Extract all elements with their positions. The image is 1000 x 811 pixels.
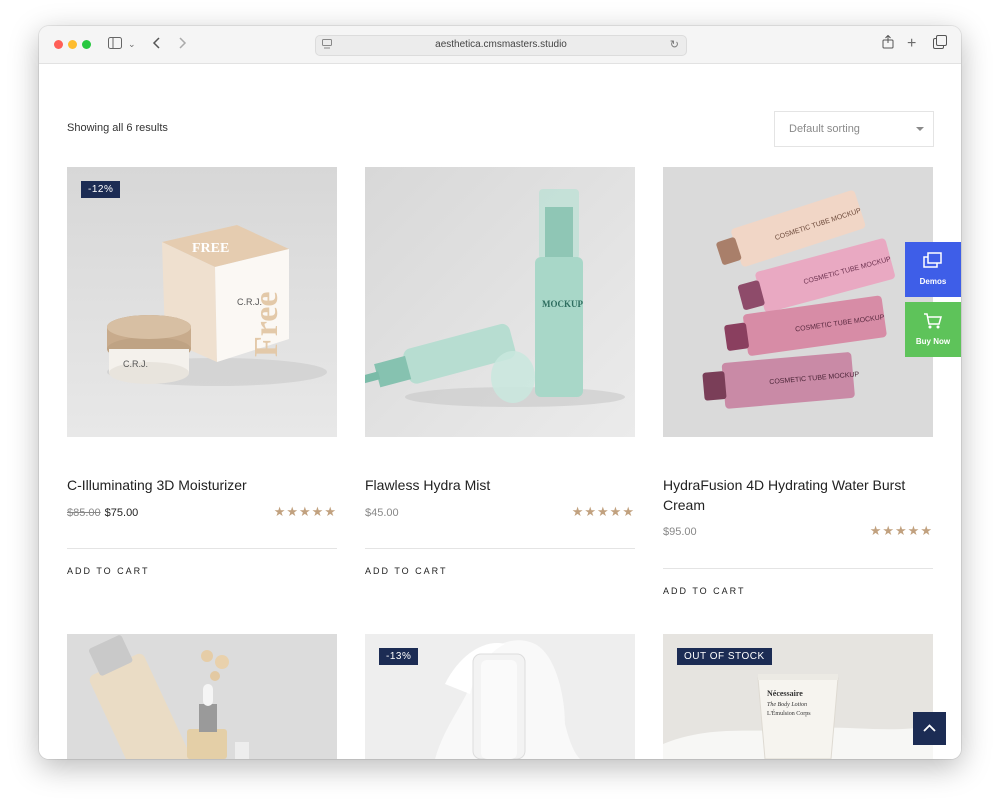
demos-label: Demos: [919, 277, 947, 286]
sorting-value: Default sorting: [789, 123, 860, 135]
svg-text:C.R.J.: C.R.J.: [123, 359, 148, 369]
close-window-button[interactable]: [54, 40, 63, 49]
card-divider: [663, 568, 933, 569]
svg-text:The Body Lotion: The Body Lotion: [767, 702, 807, 708]
rating-stars: ★★★★★: [869, 523, 933, 538]
browser-window: ⌄ aesthetica.cmsmasters.studio ↻ + Showi…: [39, 26, 961, 759]
product-title[interactable]: C-Illuminating 3D Moisturizer: [67, 475, 337, 495]
cosmetic-tubes-illustration: COSMETIC TUBE MOCKUP COSMETIC TUBE MOCKU…: [663, 167, 933, 437]
svg-text:Nécessaire: Nécessaire: [767, 689, 803, 698]
add-to-cart-button[interactable]: ADD TO CART: [365, 566, 448, 576]
sorting-select[interactable]: Default sorting: [774, 111, 934, 147]
demos-button[interactable]: Demos: [905, 242, 961, 297]
old-price: $85.00: [67, 507, 101, 519]
chevron-up-icon: [923, 724, 936, 732]
current-price: $45.00: [365, 507, 399, 519]
svg-text:FREE: FREE: [192, 241, 229, 256]
spray-bottle-illustration: MOCKUP: [365, 167, 635, 437]
rating-stars: ★★★★★: [571, 504, 635, 519]
current-price: $75.00: [104, 507, 139, 519]
current-price: $95.00: [663, 526, 697, 538]
plus-icon[interactable]: +: [907, 35, 916, 53]
svg-text:MOCKUP: MOCKUP: [542, 299, 583, 309]
back-arrow-icon[interactable]: [152, 35, 162, 53]
forward-arrow-icon[interactable]: [177, 35, 187, 53]
foundation-bottles-illustration: [67, 634, 337, 759]
product-title[interactable]: HydraFusion 4D Hydrating Water Burst Cre…: [663, 475, 933, 515]
product-image[interactable]: [67, 634, 337, 759]
rating-stars: ★★★★★: [273, 504, 337, 519]
chevron-down-icon: [916, 127, 924, 131]
product-image[interactable]: FREE C.R.J. Free C.R.J. -12%: [67, 167, 337, 437]
product-price: $95.00: [663, 526, 697, 538]
product-image[interactable]: Nécessaire The Body Lotion L'Émulsion Co…: [663, 634, 933, 759]
chevron-down-icon[interactable]: ⌄: [128, 35, 136, 53]
add-to-cart-button[interactable]: ADD TO CART: [663, 586, 746, 596]
product-image[interactable]: COSMETIC TUBE MOCKUP COSMETIC TUBE MOCKU…: [663, 167, 933, 437]
windows-icon: [923, 252, 942, 268]
product-image[interactable]: MOCKUP: [365, 167, 635, 437]
product-price: $45.00: [365, 507, 399, 519]
card-divider: [67, 548, 337, 549]
discount-badge: -12%: [81, 181, 121, 198]
buy-now-button[interactable]: Buy Now: [905, 302, 961, 357]
out-of-stock-badge: OUT OF STOCK: [677, 648, 772, 665]
card-divider: [365, 548, 635, 549]
shop-page: Showing all 6 results Default sorting FR…: [39, 64, 961, 759]
discount-badge: -13%: [379, 648, 419, 665]
cart-icon: [924, 313, 942, 329]
add-to-cart-button[interactable]: ADD TO CART: [67, 566, 150, 576]
minimize-window-button[interactable]: [68, 40, 77, 49]
scroll-to-top-button[interactable]: [913, 712, 946, 745]
url-text: aesthetica.cmsmasters.studio: [435, 39, 567, 50]
zoom-window-button[interactable]: [82, 40, 91, 49]
reload-icon[interactable]: ↻: [670, 38, 679, 51]
share-icon[interactable]: [882, 34, 894, 53]
product-image[interactable]: -13%: [365, 634, 635, 759]
product-price: $85.00 $75.00: [67, 507, 138, 519]
buy-now-label: Buy Now: [915, 337, 951, 346]
browser-toolbar: ⌄ aesthetica.cmsmasters.studio ↻ +: [39, 26, 961, 64]
sidebar-icon[interactable]: [108, 35, 122, 53]
address-bar[interactable]: aesthetica.cmsmasters.studio ↻: [315, 35, 687, 56]
svg-text:L'Émulsion Corps: L'Émulsion Corps: [767, 709, 811, 717]
tabs-icon[interactable]: [933, 35, 947, 53]
svg-text:Free: Free: [248, 292, 285, 357]
product-title[interactable]: Flawless Hydra Mist: [365, 475, 635, 495]
jar-box-illustration: FREE C.R.J. Free C.R.J.: [67, 167, 337, 437]
results-count: Showing all 6 results: [67, 122, 168, 134]
